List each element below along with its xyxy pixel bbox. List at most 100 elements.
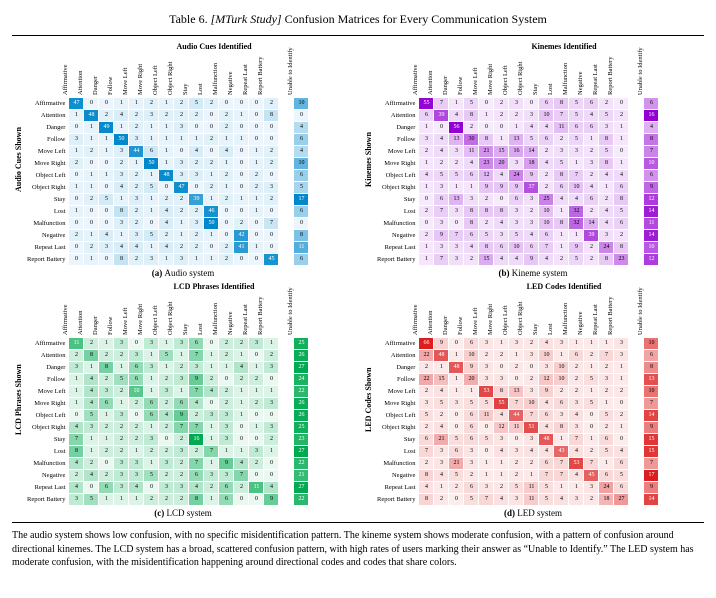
cell: 4 xyxy=(494,410,509,422)
cell: 2 xyxy=(249,182,264,194)
cell: 2 xyxy=(434,158,449,170)
table-row: Attention639481223107545216 xyxy=(377,110,659,122)
cell: 2 xyxy=(599,422,614,434)
cell: 15 xyxy=(479,254,494,266)
cell: 2 xyxy=(234,218,249,230)
cell: 5 xyxy=(569,98,584,110)
cell: 13 xyxy=(509,386,524,398)
cell: 45 xyxy=(584,470,599,482)
table-row: Report Battery0108231311200456 xyxy=(27,254,309,266)
cell: 1 xyxy=(464,386,479,398)
cell-unable: 11 xyxy=(294,242,309,254)
cell: 1 xyxy=(189,254,204,266)
cell: 3 xyxy=(114,458,129,470)
cell: 4 xyxy=(554,494,569,506)
cell: 2 xyxy=(464,470,479,482)
cell: 3 xyxy=(524,386,539,398)
cell: 3 xyxy=(114,470,129,482)
cell: 4 xyxy=(524,446,539,458)
row-header: Report Battery xyxy=(27,254,69,266)
cell-unable: 15 xyxy=(644,446,659,458)
row-header: Stay xyxy=(27,434,69,446)
cell-unable: 7 xyxy=(644,458,659,470)
cell: 3 xyxy=(144,434,159,446)
cell: 2 xyxy=(99,350,114,362)
cell: 7 xyxy=(174,422,189,434)
cell-unable: 4 xyxy=(644,122,659,134)
table-row: Stay71122302161300223 xyxy=(27,434,309,446)
table-row: Negative2423352263370021 xyxy=(27,470,309,482)
cell: 2 xyxy=(84,146,99,158)
cell: 6 xyxy=(99,398,114,410)
row-header: Lost xyxy=(377,446,419,458)
cell: 1 xyxy=(234,350,249,362)
cell: 1 xyxy=(69,146,84,158)
cell-unable: 14 xyxy=(644,206,659,218)
cell: 0 xyxy=(234,254,249,266)
cell: 0 xyxy=(479,446,494,458)
cell: 1 xyxy=(159,254,174,266)
cell-unable: 27 xyxy=(294,362,309,374)
table-row: Object Right4322212771301325 xyxy=(27,422,309,434)
table-row: Negative84521121774456517 xyxy=(377,470,659,482)
cell: 8 xyxy=(614,242,629,254)
cell: 1 xyxy=(99,494,114,506)
cell: 2 xyxy=(234,482,249,494)
cell: 0 xyxy=(99,98,114,110)
row-header: Stay xyxy=(27,194,69,206)
cell-unable: 9 xyxy=(644,422,659,434)
cell: 9 xyxy=(539,386,554,398)
cell: 4 xyxy=(84,470,99,482)
cell: 1 xyxy=(159,158,174,170)
cell-unable: 27 xyxy=(294,482,309,494)
cell: 55 xyxy=(419,98,434,110)
cell: 2 xyxy=(539,182,554,194)
row-header: Malfunction xyxy=(377,218,419,230)
cell: 2 xyxy=(129,206,144,218)
cell: 3 xyxy=(144,254,159,266)
cell: 66 xyxy=(419,338,434,350)
cell: 14 xyxy=(584,218,599,230)
cell: 3 xyxy=(144,362,159,374)
cell: 3 xyxy=(174,446,189,458)
cell: 0 xyxy=(614,398,629,410)
cell: 9 xyxy=(569,242,584,254)
cell: 6 xyxy=(464,482,479,494)
cell: 5 xyxy=(144,470,159,482)
cell: 2 xyxy=(249,398,264,410)
cell: 6 xyxy=(539,410,554,422)
cell: 4 xyxy=(539,158,554,170)
cell: 3 xyxy=(479,482,494,494)
cell: 2 xyxy=(114,158,129,170)
cell: 2 xyxy=(419,458,434,470)
cell-unable: 0 xyxy=(294,218,309,230)
cell: 1 xyxy=(599,338,614,350)
cell: 3 xyxy=(434,182,449,194)
cell: 8 xyxy=(464,110,479,122)
cell: 1 xyxy=(114,230,129,242)
cell: 2 xyxy=(599,194,614,206)
cell: 3 xyxy=(174,158,189,170)
cell: 2 xyxy=(249,170,264,182)
cell: 1 xyxy=(554,230,569,242)
cell: 5 xyxy=(464,398,479,410)
cell: 0 xyxy=(509,374,524,386)
cell: 4 xyxy=(539,422,554,434)
cell: 2 xyxy=(219,350,234,362)
cell: 1 xyxy=(99,338,114,350)
cell: 0 xyxy=(524,362,539,374)
cell: 0 xyxy=(99,182,114,194)
cell: 0 xyxy=(84,482,99,494)
cell: 21 xyxy=(449,458,464,470)
cell: 14 xyxy=(524,146,539,158)
cell: 56 xyxy=(449,122,464,134)
cell: 1 xyxy=(524,470,539,482)
cell: 1 xyxy=(599,398,614,410)
row-header: Attention xyxy=(27,350,69,362)
table-row: Report Battery173215449425282312 xyxy=(377,254,659,266)
cell: 8 xyxy=(494,206,509,218)
cell: 6 xyxy=(524,242,539,254)
cell: 2 xyxy=(494,482,509,494)
table-row: Stay621565303481716015 xyxy=(377,434,659,446)
cell-unable: 14 xyxy=(644,494,659,506)
